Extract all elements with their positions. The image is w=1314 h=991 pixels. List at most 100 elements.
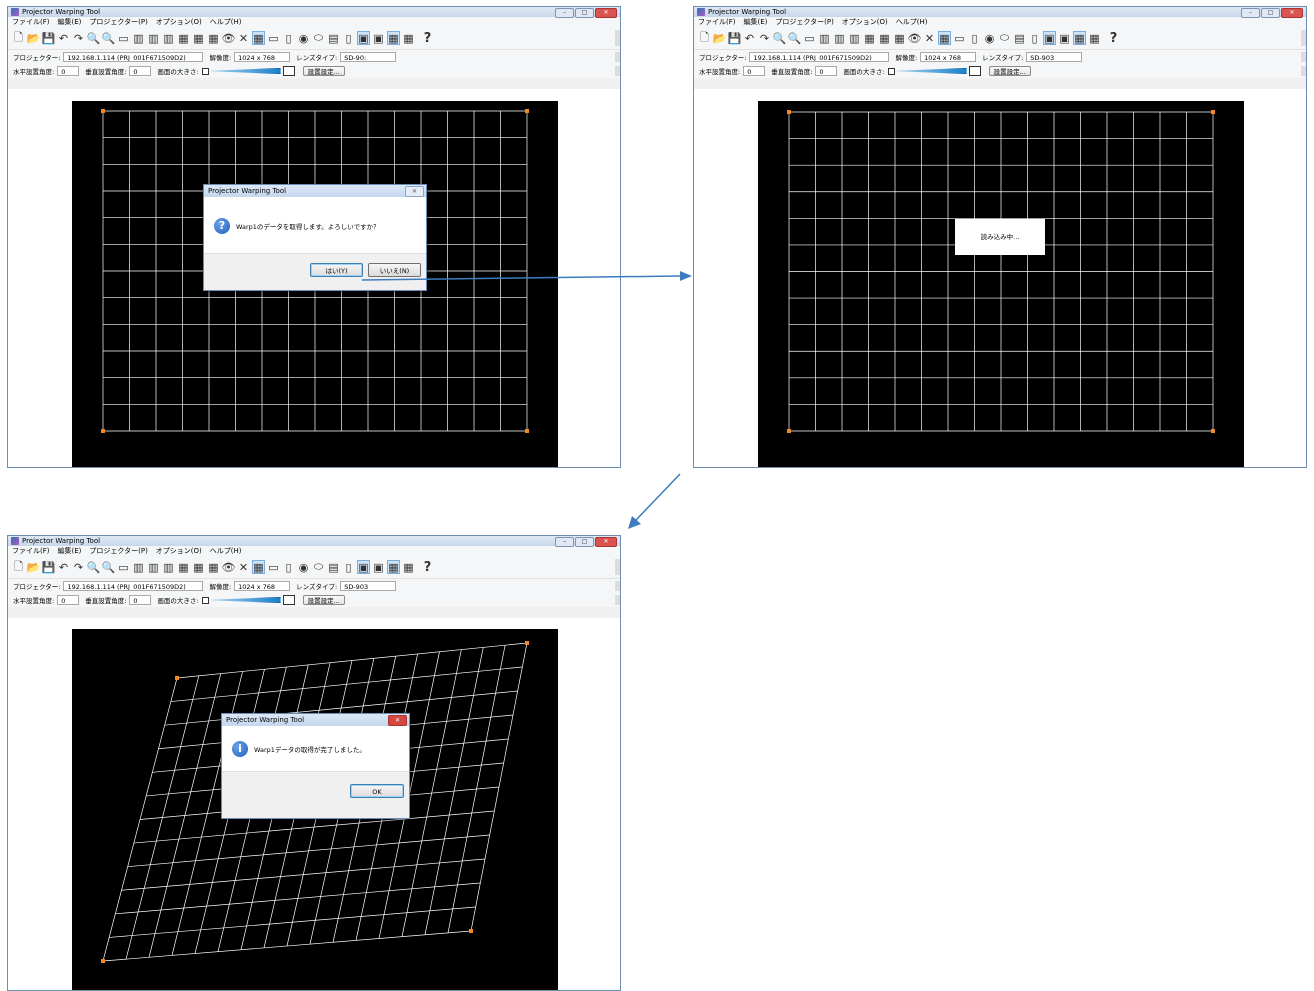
- dialog-title-bar[interactable]: Projector Warping Tool ✕: [204, 185, 426, 197]
- h-angle-field[interactable]: 0: [57, 595, 80, 605]
- ellipse-icon[interactable]: ⬭: [312, 560, 325, 574]
- lens-type-field[interactable]: SD-90:: [340, 52, 397, 62]
- pillow-icon[interactable]: ▯: [342, 31, 355, 45]
- help-icon[interactable]: ?: [421, 560, 434, 575]
- grid-table-alt-icon[interactable]: ▦: [402, 560, 415, 574]
- minimize-button[interactable]: –: [555, 537, 574, 547]
- screen-size-slider[interactable]: [210, 68, 281, 74]
- keystone-icon[interactable]: ▤: [327, 31, 340, 45]
- lens-type-field[interactable]: SD-903: [340, 581, 397, 591]
- warp-c-icon[interactable]: ▥: [848, 31, 861, 45]
- grid-view-icon[interactable]: ▦: [938, 31, 951, 45]
- blend-b-icon[interactable]: ▦: [192, 560, 205, 574]
- warp-a-icon[interactable]: ▥: [132, 560, 145, 574]
- warp-grid[interactable]: [758, 101, 1244, 468]
- resolution-field[interactable]: 1024 x 768: [234, 581, 291, 591]
- resolution-field[interactable]: 1024 x 768: [234, 52, 291, 62]
- pillow-icon[interactable]: ▯: [1028, 31, 1041, 45]
- corner-handle[interactable]: [525, 641, 529, 645]
- grid-alt-icon[interactable]: ▭: [953, 31, 966, 45]
- ok-button[interactable]: OK: [350, 784, 404, 798]
- fit-icon[interactable]: ▣: [1043, 31, 1056, 45]
- grid-table-alt-icon[interactable]: ▦: [1088, 31, 1101, 45]
- grid-table-icon[interactable]: ▦: [387, 31, 400, 45]
- screen-size-slider[interactable]: [210, 597, 281, 603]
- zoom-in-icon[interactable]: 🔍: [773, 31, 787, 45]
- menu-options[interactable]: オプション(O): [156, 17, 202, 27]
- toolbar-grip[interactable]: [615, 559, 620, 575]
- zoom-out-icon[interactable]: 🔍: [788, 31, 802, 45]
- redo-icon[interactable]: ↷: [72, 560, 85, 574]
- eye-icon[interactable]: 👁: [908, 31, 922, 45]
- projector-field[interactable]: 192.168.1.114 (PRJ_001F671509D2): [63, 52, 204, 62]
- settings-button[interactable]: 設置設定...: [988, 66, 1031, 76]
- toolbar-grip[interactable]: [615, 30, 620, 46]
- grid-view-icon[interactable]: ▦: [252, 560, 265, 574]
- ellipse-icon[interactable]: ⬭: [312, 31, 325, 45]
- ellipse-icon[interactable]: ⬭: [998, 31, 1011, 45]
- menu-help[interactable]: ヘルプ(H): [210, 546, 242, 556]
- link-icon[interactable]: ▭: [117, 560, 130, 574]
- save-icon[interactable]: 💾: [728, 31, 742, 45]
- corner-handle[interactable]: [101, 429, 105, 433]
- row-grip[interactable]: [615, 52, 620, 62]
- yes-button[interactable]: はい(Y): [310, 263, 363, 277]
- settings-button[interactable]: 設置設定...: [302, 66, 345, 76]
- zoom-in-icon[interactable]: 🔍: [87, 31, 101, 45]
- sphere-icon[interactable]: ◉: [983, 31, 996, 45]
- warp-a-icon[interactable]: ▥: [818, 31, 831, 45]
- menu-help[interactable]: ヘルプ(H): [210, 17, 242, 27]
- close-button[interactable]: ✕: [595, 8, 617, 18]
- expand-icon[interactable]: ▣: [372, 560, 385, 574]
- grid-alt-icon[interactable]: ▭: [267, 560, 280, 574]
- minimize-button[interactable]: –: [555, 8, 574, 18]
- keystone-icon[interactable]: ▤: [327, 560, 340, 574]
- blend-b-icon[interactable]: ▦: [878, 31, 891, 45]
- open-icon[interactable]: 📂: [27, 31, 41, 45]
- projector-field[interactable]: 192.168.1.114 (PRJ_001F671509D2): [749, 52, 890, 62]
- warp-c-icon[interactable]: ▥: [162, 560, 175, 574]
- lens-type-field[interactable]: SD-903: [1026, 52, 1083, 62]
- corner-handle[interactable]: [175, 676, 179, 680]
- settings-button[interactable]: 設置設定...: [302, 595, 345, 605]
- projection-screen[interactable]: [758, 101, 1244, 468]
- save-icon[interactable]: 💾: [42, 31, 56, 45]
- blend-c-icon[interactable]: ▦: [207, 31, 220, 45]
- blend-a-icon[interactable]: ▦: [177, 31, 190, 45]
- close-button[interactable]: ✕: [1281, 8, 1303, 18]
- minimize-button[interactable]: –: [1241, 8, 1260, 18]
- corner-handle[interactable]: [525, 109, 529, 113]
- v-angle-field[interactable]: 0: [129, 66, 152, 76]
- grid-table-alt-icon[interactable]: ▦: [402, 31, 415, 45]
- blend-c-icon[interactable]: ▦: [207, 560, 220, 574]
- eye-icon[interactable]: 👁: [222, 31, 236, 45]
- warp-b-icon[interactable]: ▥: [833, 31, 846, 45]
- undo-icon[interactable]: ↶: [57, 31, 70, 45]
- corner-handle[interactable]: [525, 429, 529, 433]
- expand-icon[interactable]: ▣: [1058, 31, 1071, 45]
- redo-icon[interactable]: ↷: [72, 31, 85, 45]
- warp-a-icon[interactable]: ▥: [132, 31, 145, 45]
- undo-icon[interactable]: ↶: [57, 560, 70, 574]
- blend-c-icon[interactable]: ▦: [893, 31, 906, 45]
- expand-icon[interactable]: ▣: [372, 31, 385, 45]
- menu-projector[interactable]: プロジェクター(P): [775, 17, 833, 27]
- row-grip[interactable]: [1301, 66, 1306, 76]
- corner-handle[interactable]: [469, 929, 473, 933]
- link-icon[interactable]: ▭: [117, 31, 130, 45]
- menu-edit[interactable]: 編集(E): [58, 546, 82, 556]
- row-grip[interactable]: [615, 595, 620, 605]
- row-grip[interactable]: [615, 581, 620, 591]
- menu-file[interactable]: ファイル(F): [12, 546, 50, 556]
- link-icon[interactable]: ▭: [803, 31, 816, 45]
- new-icon[interactable]: 🗋: [698, 31, 711, 45]
- warp-b-icon[interactable]: ▥: [147, 560, 160, 574]
- warp-b-icon[interactable]: ▥: [147, 31, 160, 45]
- corner-handle[interactable]: [101, 959, 105, 963]
- maximize-button[interactable]: □: [575, 8, 594, 18]
- warp-c-icon[interactable]: ▥: [162, 31, 175, 45]
- menu-help[interactable]: ヘルプ(H): [896, 17, 928, 27]
- title-bar[interactable]: Projector Warping Tool – □ ✕: [8, 536, 620, 547]
- fit-icon[interactable]: ▣: [357, 560, 370, 574]
- cylinder-icon[interactable]: ▯: [282, 31, 295, 45]
